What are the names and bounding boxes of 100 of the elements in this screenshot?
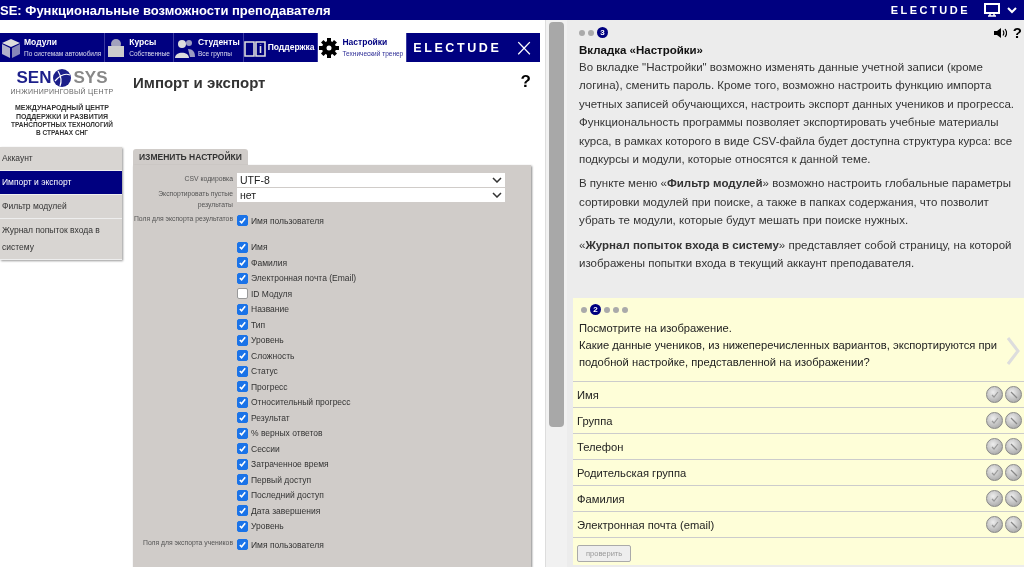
tick-radio-button[interactable] xyxy=(986,464,1003,481)
cross-radio-button[interactable] xyxy=(1005,438,1022,455)
checkbox[interactable] xyxy=(237,427,248,439)
checkbox-label: Первый доступ xyxy=(251,474,312,485)
question-text: Посмотрите на изображение. xyxy=(579,321,733,336)
select-field[interactable]: UTF-8 xyxy=(237,173,505,187)
checkbox[interactable] xyxy=(237,474,248,486)
step-dot[interactable] xyxy=(604,306,610,313)
logo-text: SEN xyxy=(16,68,52,87)
select-field[interactable]: нет xyxy=(237,188,505,202)
side-menu-item[interactable]: Импорт и экспорт xyxy=(0,171,122,195)
scrollbar[interactable] xyxy=(545,20,567,567)
chevron-down-icon[interactable] xyxy=(1006,5,1018,15)
checkbox[interactable] xyxy=(237,350,248,362)
answer-option: Группа xyxy=(577,414,984,427)
checkbox[interactable] xyxy=(237,539,248,551)
checkbox[interactable] xyxy=(237,272,248,284)
step-dot[interactable] xyxy=(579,29,585,36)
answer-option: Электронная почта (email) xyxy=(577,518,984,531)
checkbox-label: Уровень xyxy=(251,335,284,346)
answer-option: Фамилия xyxy=(577,492,984,505)
checkbox-label: Относительный прогресс xyxy=(251,397,351,408)
step-dot[interactable]: 3 xyxy=(597,27,608,38)
cross-radio-button[interactable] xyxy=(1005,490,1022,507)
checkbox[interactable] xyxy=(237,520,248,532)
checkbox[interactable] xyxy=(237,458,248,470)
checkbox[interactable] xyxy=(237,505,248,517)
answer-option: Имя xyxy=(577,388,984,401)
tick-radio-button[interactable] xyxy=(986,490,1003,507)
cross-icon xyxy=(1009,442,1018,451)
step-dot[interactable] xyxy=(588,29,594,36)
lesson-paragraph: Во вкладке "Настройки" возможно изменять данные учетной записи (кроме логина), сменить пароль. Кроме того, возможно настроить функцию импорта учетных записей обучающихся, настроить экспорт данных учеников и прогресса. Функциональность программы позволяет экспортировать учебные материалы курса, в рамках которого в виде CSV-файла будет доступна структура курса: все подкурсы и модули, которые относятся к данной теме. xyxy=(579,60,1015,168)
checkbox[interactable] xyxy=(237,334,248,346)
tick-radio-button[interactable] xyxy=(986,386,1003,403)
checkbox[interactable] xyxy=(237,412,248,424)
help-button[interactable]: ? xyxy=(520,72,531,92)
checkbox-label: Сложность xyxy=(251,350,295,361)
checkbox-label: Дата завершения xyxy=(251,505,321,516)
step-dot[interactable] xyxy=(622,306,628,313)
checkbox[interactable] xyxy=(237,257,248,269)
checkbox-label: Фамилия xyxy=(251,257,288,268)
checkbox-label: Название xyxy=(251,304,289,315)
cross-radio-button[interactable] xyxy=(1005,464,1022,481)
lesson-paragraph: В пункте меню «Фильтр модулей» возможно настроить глобальные параметры сортировки модулей при поиске, а также в папках содержания, что позволит убрать те модули, которые будут мешать при поиске нужных. xyxy=(579,176,1012,229)
answer-option: Телефон xyxy=(577,440,984,453)
side-menu-item[interactable]: Журнал попыток входа в систему xyxy=(0,219,122,260)
checkbox-label: Прогресс xyxy=(251,381,288,392)
checkbox-label: Результат xyxy=(251,412,290,423)
close-button[interactable]: × xyxy=(513,37,534,58)
checkbox[interactable] xyxy=(237,288,248,300)
tick-icon xyxy=(990,390,999,399)
cross-radio-button[interactable] xyxy=(1005,386,1022,403)
cross-icon xyxy=(1009,416,1018,425)
checkbox[interactable] xyxy=(237,396,248,408)
cross-radio-button[interactable] xyxy=(1005,412,1022,429)
help-button[interactable]: ? xyxy=(1012,24,1024,41)
checkbox[interactable] xyxy=(237,319,248,331)
window-title: SE: Функциональные возможности преподавателя xyxy=(0,2,332,18)
checkbox-label: ID Модуля xyxy=(251,288,293,299)
tick-icon xyxy=(990,520,999,529)
tick-icon xyxy=(990,494,999,503)
cross-radio-button[interactable] xyxy=(1005,516,1022,533)
checkbox-label: Электронная почта (Email) xyxy=(251,273,357,284)
tick-radio-button[interactable] xyxy=(986,516,1003,533)
brand-logo: ELECTUDE xyxy=(890,4,970,16)
globe-icon xyxy=(52,68,73,88)
checkbox[interactable] xyxy=(237,381,248,393)
checkbox-label: Затраченное время xyxy=(251,459,329,470)
checkbox[interactable] xyxy=(237,365,248,377)
gear-icon xyxy=(318,36,341,59)
step-dot[interactable]: 2 xyxy=(590,304,601,315)
cross-icon xyxy=(1009,520,1018,529)
checkbox-label: Имя xyxy=(251,242,268,253)
speaker-icon[interactable] xyxy=(992,26,1007,39)
cross-icon xyxy=(1009,390,1018,399)
logo-text: SYS xyxy=(73,68,108,87)
checkbox[interactable] xyxy=(237,443,248,455)
checkbox-label: % верных ответов xyxy=(251,428,323,439)
checkbox[interactable] xyxy=(237,241,248,253)
lesson-paragraph: «Журнал попыток входа в систему» представляет собой страницу, на которой изображены попытки входа в текущий аккаунт преподавателя. xyxy=(579,237,1013,272)
cross-icon xyxy=(1009,468,1018,477)
checkbox[interactable] xyxy=(237,489,248,501)
step-dot[interactable] xyxy=(581,306,587,313)
page-heading: Импорт и экспорт xyxy=(133,73,266,91)
step-dot[interactable] xyxy=(613,306,619,313)
settings-tab[interactable]: ИЗМЕНИТЬ НАСТРОЙКИ xyxy=(133,149,248,165)
checkbox[interactable] xyxy=(237,303,248,315)
brand-logo: ELECTUDE xyxy=(413,40,502,55)
checkbox-label: Последний доступ xyxy=(251,490,324,501)
checkbox-label: Сессии xyxy=(251,443,280,454)
checkbox[interactable] xyxy=(237,215,248,227)
tick-radio-button[interactable] xyxy=(986,412,1003,429)
tick-icon xyxy=(990,468,999,477)
side-menu-item[interactable]: Фильтр модулей xyxy=(0,195,122,219)
tick-icon xyxy=(990,442,999,451)
tick-radio-button[interactable] xyxy=(986,438,1003,455)
answer-option: Родительская группа xyxy=(577,466,984,479)
monitor-icon[interactable] xyxy=(984,3,1000,17)
cube-icon xyxy=(0,36,22,59)
tick-icon xyxy=(990,416,999,425)
